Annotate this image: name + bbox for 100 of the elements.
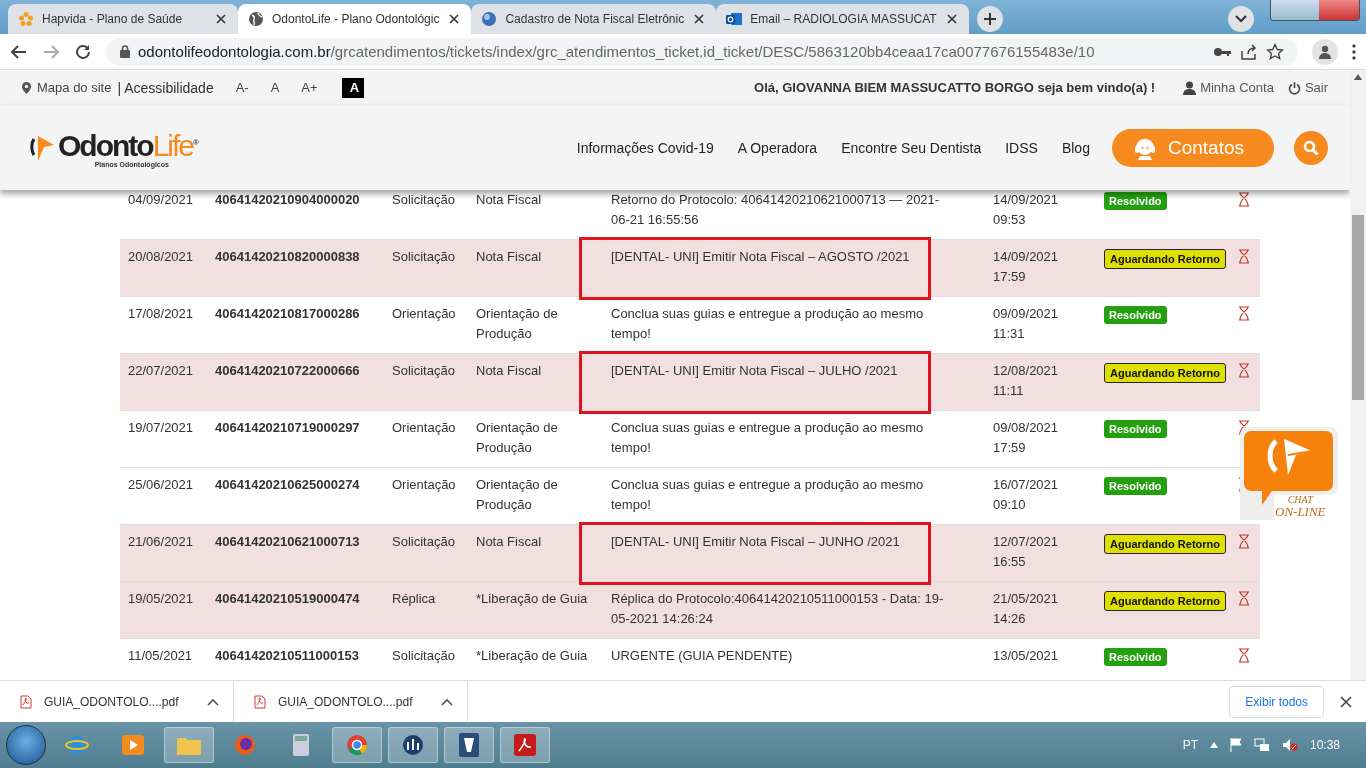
scroll-up-icon[interactable] bbox=[1354, 74, 1362, 80]
show-all-button[interactable]: Exibir todos bbox=[1229, 685, 1324, 718]
table-row[interactable]: 21/06/2021 40641420210621000713 Solicitação Nota Fiscal [DENTAL- UNI] Emitir Nota Fiscal – JUNHO /2021 12/07/2021 16:55 Aguardando Retorno bbox=[120, 525, 1260, 582]
subject-cell-text: Orientação de Produção bbox=[475, 476, 559, 514]
date-cell-text: 11/05/2021 bbox=[127, 647, 194, 665]
start-button[interactable] bbox=[6, 725, 46, 765]
hourglass-icon[interactable] bbox=[1238, 591, 1250, 606]
back-icon[interactable] bbox=[10, 42, 28, 61]
chat-label[interactable]: ON-LINE bbox=[1275, 506, 1326, 518]
updated-cell-text: 09/08/2021 17:59 bbox=[993, 419, 1060, 457]
caret-up-icon[interactable] bbox=[207, 697, 219, 706]
address-bar[interactable]: odontolifeodontologia.com.br/grcatendimentos/tickets/index/grc_atendimentos_ticket.id_ticket/DESC/5863120bb4ceaa17ca0077676155483e/10 bbox=[106, 37, 1298, 66]
reload-icon[interactable] bbox=[74, 42, 92, 61]
pdf-file-icon bbox=[254, 694, 266, 709]
chrome-app-icon[interactable] bbox=[332, 727, 382, 763]
profile-button[interactable] bbox=[1312, 38, 1338, 65]
status-badge: Resolvido bbox=[1104, 477, 1167, 495]
nav-link[interactable]: Informações Covid-19 bbox=[576, 139, 714, 156]
flag-icon[interactable] bbox=[1229, 738, 1242, 752]
network-icon[interactable] bbox=[1253, 738, 1270, 752]
updated-cell-text: 13/05/2021 bbox=[993, 647, 1060, 665]
browser-tab[interactable]: OdontoLife - Plano Odontológic bbox=[238, 4, 472, 34]
font-size-button[interactable]: A bbox=[341, 77, 364, 98]
font-size-button[interactable]: A bbox=[262, 80, 288, 95]
close-tab-icon[interactable] bbox=[447, 12, 462, 26]
app-icon[interactable] bbox=[388, 727, 438, 763]
protocol-cell-text: 40641420210621000713 bbox=[214, 533, 361, 551]
pdf-app-icon[interactable] bbox=[500, 727, 550, 763]
status-badge: Aguardando Retorno bbox=[1104, 249, 1226, 269]
nav-link[interactable]: Encontre Seu Dentista bbox=[841, 139, 982, 156]
description-cell-text: URGENTE (GUIA PENDENTE) bbox=[611, 647, 794, 665]
chat-label[interactable]: CHAT bbox=[1287, 494, 1313, 506]
nav-link[interactable]: A Operadora bbox=[737, 139, 818, 156]
site-map-link[interactable]: Mapa do site bbox=[37, 80, 112, 95]
hourglass-icon[interactable] bbox=[1238, 363, 1250, 378]
flower-icon bbox=[18, 11, 34, 27]
window-controls[interactable] bbox=[1270, 0, 1360, 21]
new-tab-button[interactable] bbox=[976, 6, 1003, 32]
app-icon[interactable] bbox=[444, 727, 494, 763]
close-tab-icon[interactable] bbox=[692, 12, 707, 26]
hourglass-icon[interactable] bbox=[1238, 648, 1250, 663]
tab-search-button[interactable] bbox=[1228, 6, 1254, 32]
browser-tab[interactable]: Hapvida - Plano de Saúde bbox=[8, 4, 238, 34]
type-cell-text: Solicitação bbox=[391, 191, 456, 209]
logout-link[interactable]: Sair bbox=[1304, 80, 1328, 95]
close-tab-icon[interactable] bbox=[214, 12, 228, 26]
nav-link[interactable]: IDSS bbox=[1005, 139, 1038, 156]
browser-tab[interactable]: Cadastro de Nota Fiscal Eletrônic bbox=[471, 4, 717, 34]
updated-cell-text: 21/05/2021 14:26 bbox=[993, 590, 1060, 628]
key-icon[interactable] bbox=[1214, 46, 1232, 57]
pdf-file-icon bbox=[20, 694, 32, 709]
date-cell-text: 20/08/2021 bbox=[127, 248, 195, 266]
lock-icon bbox=[120, 45, 130, 58]
menu-icon[interactable] bbox=[1352, 43, 1356, 60]
date-cell-text: 25/06/2021 bbox=[127, 476, 195, 494]
subject-cell-text: *Liberação de Guia bbox=[475, 590, 589, 608]
mail-icon bbox=[726, 11, 743, 27]
table-row[interactable]: 19/05/2021 40641420210519000474 Réplica *Liberação de Guia Réplica do Protocolo:40641420210511000153 - Data: 19-05-2021 14:26:24 21/05/2021 14:26 Aguardando Retorno bbox=[120, 582, 1260, 639]
description-cell-text: [DENTAL- UNI] Emitir Nota Fiscal – AGOSTO /2021 bbox=[611, 248, 911, 266]
hourglass-icon[interactable] bbox=[1238, 306, 1250, 321]
subject-cell-text: Orientação de Produção bbox=[475, 305, 559, 343]
volume-muted-icon[interactable] bbox=[1281, 738, 1298, 752]
caret-up-icon[interactable] bbox=[441, 697, 453, 706]
protocol-cell-text: 40641420210904000020 bbox=[214, 191, 361, 209]
font-size-button[interactable]: A- bbox=[227, 80, 257, 95]
close-icon[interactable] bbox=[1340, 695, 1352, 708]
clock[interactable]: 10:38 bbox=[1309, 738, 1340, 752]
chevron-down-icon bbox=[1235, 15, 1247, 23]
nav-link[interactable]: Blog bbox=[1061, 139, 1090, 156]
account-link[interactable]: Minha Conta bbox=[1200, 80, 1274, 95]
description-cell-text: [DENTAL- UNI] Emitir Nota Fiscal – JUNHO /2021 bbox=[611, 533, 901, 551]
table-row[interactable]: 22/07/2021 40641420210722000666 Solicitação Nota Fiscal [DENTAL- UNI] Emitir Nota Fiscal – JULHO /2021 12/08/2021 11:11 Aguardando Retorno bbox=[120, 354, 1260, 411]
hourglass-icon[interactable] bbox=[1238, 192, 1250, 207]
updated-cell-text: 16/07/2021 09:10 bbox=[993, 476, 1060, 514]
table-row[interactable]: 20/08/2021 40641420210820000838 Solicitação Nota Fiscal [DENTAL- UNI] Emitir Nota Fiscal – AGOSTO /2021 14/09/2021 17:59 Aguardando Retorno bbox=[120, 240, 1260, 297]
subject-cell-text: Nota Fiscal bbox=[475, 191, 543, 209]
tray-arrow-icon[interactable] bbox=[1209, 742, 1218, 748]
date-cell-text: 19/05/2021 bbox=[127, 590, 195, 608]
close-tab-icon[interactable] bbox=[944, 12, 959, 26]
subject-cell-text: Orientação de Produção bbox=[475, 419, 559, 457]
hourglass-icon[interactable] bbox=[1238, 534, 1250, 549]
date-cell-text: 22/07/2021 bbox=[127, 362, 195, 380]
status-badge: Resolvido bbox=[1104, 420, 1167, 438]
description-cell-text: Conclua suas guias e entregue a produção ao mesmo tempo! bbox=[611, 305, 925, 343]
status-badge: Aguardando Retorno bbox=[1104, 363, 1226, 383]
share-icon[interactable] bbox=[1240, 43, 1258, 60]
font-size-button[interactable]: A+ bbox=[293, 80, 326, 95]
star-icon[interactable] bbox=[1266, 42, 1284, 61]
status-badge: Aguardando Retorno bbox=[1104, 534, 1226, 554]
hourglass-icon[interactable] bbox=[1238, 249, 1250, 264]
scrollbar-thumb[interactable] bbox=[1352, 215, 1364, 400]
language-indicator[interactable]: PT bbox=[1182, 738, 1198, 752]
url-text: odontolifeodontologia.com.br/grcatendimentos/tickets/index/grc_atendimentos_ticket.id_ticket/DESC/5863120bb4ceaa17ca0077676155483e/10 bbox=[138, 43, 1095, 60]
protocol-cell-text: 40641420210519000474 bbox=[214, 590, 361, 608]
type-cell-text: Orientação bbox=[391, 419, 457, 437]
browser-tab[interactable]: Email – RADIOLOGIA MASSUCAT bbox=[716, 4, 969, 34]
chat-popup[interactable] bbox=[1238, 427, 1338, 520]
type-cell-text: Solicitação bbox=[391, 248, 456, 266]
description-cell-text: Réplica do Protocolo:40641420210511000153 - Data: 19-05-2021 14:26:24 bbox=[611, 590, 945, 628]
power-icon bbox=[1287, 80, 1301, 95]
